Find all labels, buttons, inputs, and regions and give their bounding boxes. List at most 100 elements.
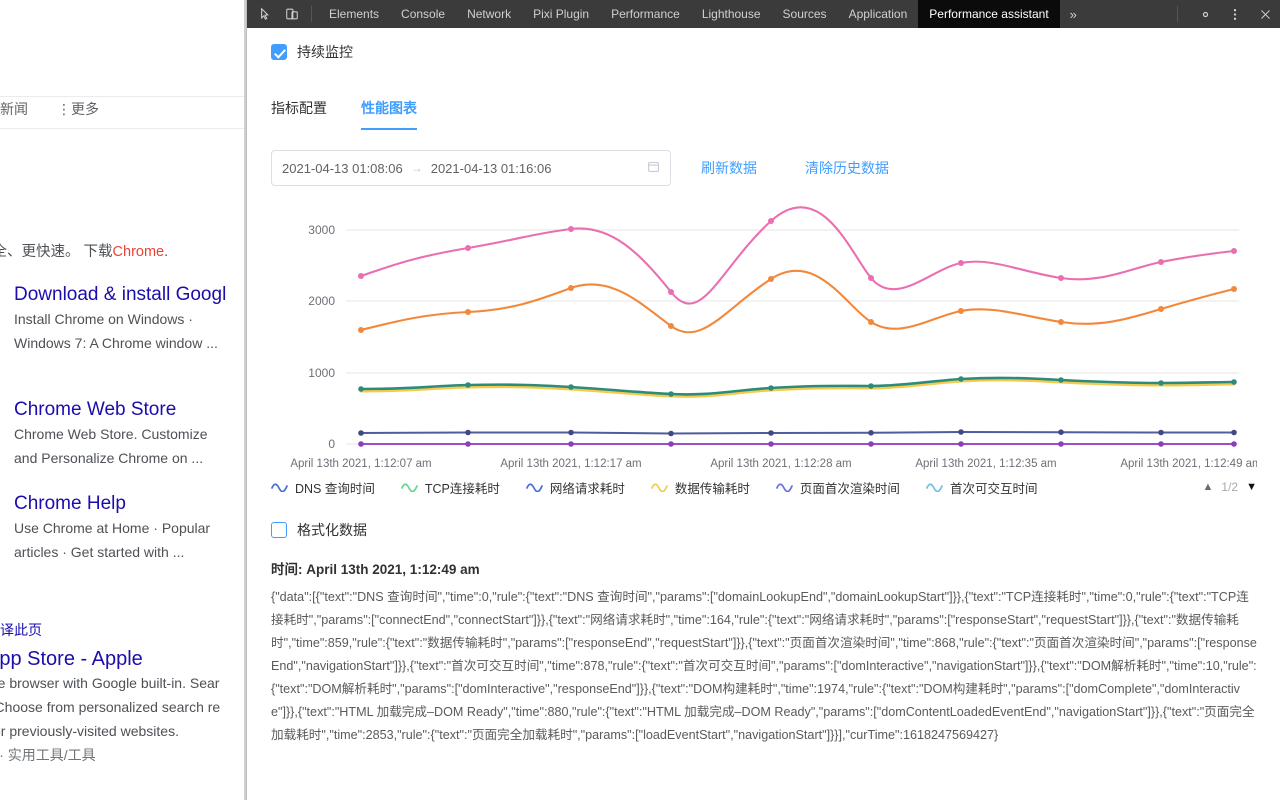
result-snippet-line: and Personalize Chrome on ...	[14, 446, 207, 470]
toolbar-spacer	[1087, 0, 1171, 28]
result-title-link[interactable]: Download & install Googl	[14, 283, 226, 307]
nav-divider	[0, 96, 246, 97]
date-range-row: 2021-04-13 01:08:06 → 2021-04-13 01:16:0…	[271, 150, 889, 186]
chart-series-pink	[358, 207, 1237, 303]
result-snippet-line: Chrome Web Store. Customize	[14, 422, 207, 446]
result-title-link[interactable]: App Store - Apple	[0, 647, 220, 671]
bg-nav-more[interactable]: ⋮更多	[57, 99, 99, 119]
toolbar-right-group	[1184, 0, 1280, 28]
svg-text:2000: 2000	[308, 294, 335, 308]
legend-label: DNS 查询时间	[295, 478, 375, 497]
tab-lighthouse[interactable]: Lighthouse	[691, 0, 772, 28]
svg-text:April 13th 2021, 1:12:49 am: April 13th 2021, 1:12:49 am	[1120, 458, 1257, 470]
subtab-metrics-config[interactable]: 指标配置	[271, 98, 327, 130]
result-snippet-line: Install Chrome on Windows ·	[14, 307, 226, 331]
search-result-3: Chrome Help Use Chrome at Home · Popular…	[14, 492, 210, 564]
legend-label: 首次可交互时间	[950, 478, 1038, 497]
legend-label: 网络请求耗时	[550, 478, 625, 497]
kebab-menu-icon[interactable]	[1220, 0, 1250, 28]
continuous-monitor-checkbox[interactable]	[271, 44, 287, 60]
bg-nav-more-label: 更多	[71, 101, 99, 117]
chart-legend: DNS 查询时间 TCP连接耗时 网络请求耗时 数据传输耗时 页面首次渲染时间	[271, 475, 1257, 499]
entry-time-label: 时间:	[271, 562, 303, 577]
wave-icon	[271, 482, 288, 492]
date-range-arrow-icon: →	[411, 161, 423, 175]
wave-icon	[651, 482, 668, 492]
legend-item-first-paint[interactable]: 页面首次渲染时间	[776, 478, 900, 497]
background-search-page: 新闻 ⋮更多 易用、更安全、更快速。 下载Chrome. Download & …	[0, 0, 246, 800]
tab-sources[interactable]: Sources	[772, 0, 838, 28]
svg-text:3000: 3000	[308, 223, 335, 237]
legend-page-count: 1/2	[1221, 480, 1238, 494]
tab-pixi-plugin[interactable]: Pixi Plugin	[522, 0, 600, 28]
device-toolbar-icon[interactable]	[279, 0, 305, 28]
subtab-performance-chart[interactable]: 性能图表	[361, 98, 417, 130]
svg-text:April 13th 2021, 1:12:07 am: April 13th 2021, 1:12:07 am	[290, 458, 431, 470]
format-data-checkbox[interactable]	[271, 522, 287, 538]
result-snippet-line: ser previously-visited websites.	[0, 719, 220, 743]
wave-icon	[526, 482, 543, 492]
tab-elements[interactable]: Elements	[318, 0, 390, 28]
chart-gridlines	[346, 230, 1239, 444]
entry-time-value: April 13th 2021, 1:12:49 am	[306, 562, 479, 577]
chart-series-navy	[358, 429, 1237, 436]
toolbar-divider-right	[1177, 6, 1178, 22]
calendar-icon[interactable]	[647, 160, 660, 176]
svg-text:1000: 1000	[308, 366, 335, 380]
tab-console[interactable]: Console	[390, 0, 456, 28]
date-range-start[interactable]: 2021-04-13 01:08:06	[282, 161, 403, 176]
result-snippet-line: the browser with Google built-in. Sear	[0, 671, 220, 695]
result-title-link[interactable]: Chrome Web Store	[14, 398, 207, 422]
devtools-window: Elements Console Network Pixi Plugin Per…	[246, 0, 1280, 800]
tab-network[interactable]: Network	[456, 0, 522, 28]
search-result-2: Chrome Web Store Chrome Web Store. Custo…	[14, 398, 207, 470]
wave-icon	[926, 482, 943, 492]
result-title-link[interactable]: Chrome Help	[14, 492, 210, 516]
result-snippet-line: articles · Get started with ...	[14, 540, 210, 564]
legend-page-up-icon[interactable]: ▲	[1203, 481, 1214, 493]
svg-text:April 13th 2021, 1:12:35 am: April 13th 2021, 1:12:35 am	[915, 458, 1056, 470]
legend-page-down-icon[interactable]: ▼	[1246, 481, 1257, 493]
date-range-end[interactable]: 2021-04-13 01:16:06	[431, 161, 552, 176]
search-result-4: App Store - Apple the browser with Googl…	[0, 647, 220, 767]
refresh-data-button[interactable]: 刷新数据	[701, 158, 757, 178]
wave-icon	[776, 482, 793, 492]
date-range-picker[interactable]: 2021-04-13 01:08:06 → 2021-04-13 01:16:0…	[271, 150, 671, 186]
continuous-monitor-row: 持续监控	[271, 42, 353, 62]
chart-series-orange	[358, 271, 1237, 333]
entry-json-payload: {"data":[{"text":"DNS 查询时间","time":0,"ru…	[271, 586, 1257, 747]
inspect-cursor-icon[interactable]	[253, 0, 279, 28]
performance-line-chart[interactable]: 3000 2000 1000 0	[271, 196, 1257, 471]
legend-item-network-request[interactable]: 网络请求耗时	[526, 478, 625, 497]
search-result-1: Download & install Googl Install Chrome …	[14, 283, 226, 355]
chart-series-purple	[358, 441, 1237, 447]
tab-performance[interactable]: Performance	[600, 0, 691, 28]
translate-page-link[interactable]: 翻译此页	[0, 620, 42, 640]
close-icon[interactable]	[1250, 0, 1280, 28]
wave-icon	[401, 482, 418, 492]
gear-icon[interactable]	[1190, 0, 1220, 28]
chart-svg: 3000 2000 1000 0	[271, 196, 1257, 471]
result-snippet-line: Use Chrome at Home · Popular	[14, 516, 210, 540]
tab-application[interactable]: Application	[838, 0, 919, 28]
legend-item-tcp[interactable]: TCP连接耗时	[401, 478, 500, 497]
legend-item-dns[interactable]: DNS 查询时间	[271, 478, 375, 497]
more-dots-icon: ⋮	[57, 101, 71, 117]
performance-assistant-panel: 持续监控 指标配置 性能图表 2021-04-13 01:08:06 → 202…	[247, 28, 1280, 800]
screen-root: 新闻 ⋮更多 易用、更安全、更快速。 下载Chrome. Download & …	[0, 0, 1280, 800]
more-tabs-icon[interactable]: »	[1060, 0, 1087, 28]
entry-time-row: 时间: April 13th 2021, 1:12:49 am	[271, 558, 1257, 578]
clear-history-button[interactable]: 清除历史数据	[805, 158, 889, 178]
bg-nav-news[interactable]: 新闻	[0, 99, 28, 119]
tab-performance-assistant[interactable]: Performance assistant	[918, 0, 1059, 28]
bg-snippet-tail: .	[164, 244, 168, 260]
legend-item-tti[interactable]: 首次可交互时间	[926, 478, 1038, 497]
bg-snippet-top: 易用、更安全、更快速。 下载Chrome.	[0, 240, 168, 261]
chart-x-axis: April 13th 2021, 1:12:07 am April 13th 2…	[290, 458, 1257, 470]
data-entry: 时间: April 13th 2021, 1:12:49 am {"data":…	[271, 558, 1257, 747]
legend-label: 页面首次渲染时间	[800, 478, 900, 497]
bg-snippet-brand: Chrome	[113, 244, 165, 260]
continuous-monitor-label: 持续监控	[297, 42, 353, 62]
chart-y-axis: 3000 2000 1000 0	[308, 223, 335, 451]
legend-item-data-transfer[interactable]: 数据传输耗时	[651, 478, 750, 497]
